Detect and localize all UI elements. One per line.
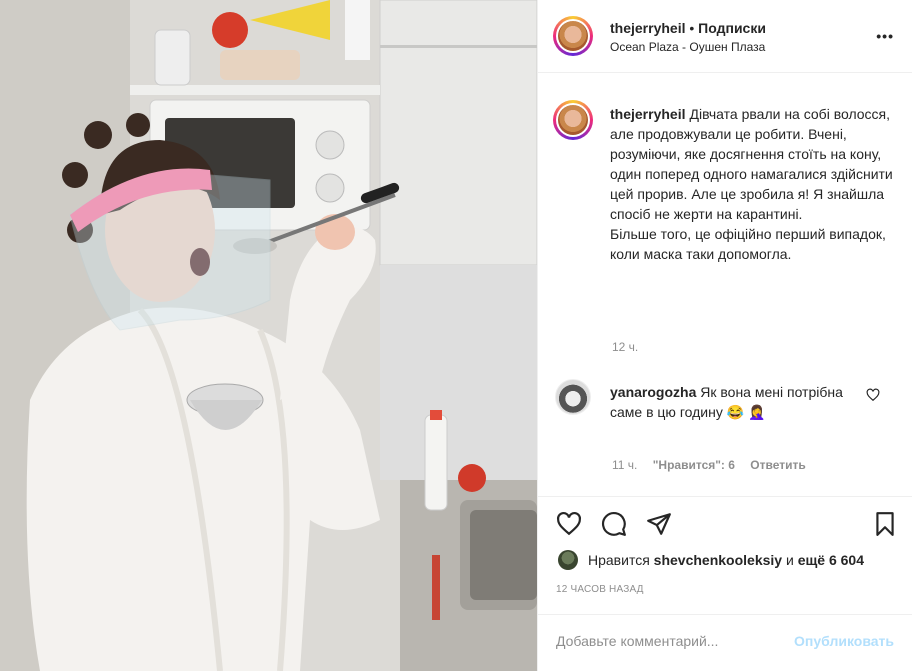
likes-count-link[interactable]: ещё 6 604	[798, 552, 864, 568]
bookmark-icon[interactable]	[872, 511, 898, 537]
add-comment-bar: Опубликовать	[538, 614, 912, 672]
caption-text: Дівчата рвали на собі волосся, але продо…	[610, 106, 893, 262]
post-caption: thejerryheil Дівчата рвали на собі волосс…	[610, 104, 895, 264]
header-user-line: thejerryheil • Подписки	[610, 20, 766, 36]
post-comment-button[interactable]: Опубликовать	[794, 633, 894, 649]
comment-heart-icon[interactable]	[866, 388, 880, 402]
following-button[interactable]: Подписки	[698, 20, 766, 36]
comment-icon[interactable]	[601, 511, 627, 537]
comment-meta: 11 ч. "Нравится": 6 Ответить	[612, 458, 818, 472]
share-icon[interactable]	[646, 511, 672, 537]
post-photo[interactable]	[0, 0, 537, 671]
commenter-avatar[interactable]	[555, 379, 591, 415]
author-username[interactable]: thejerryheil	[610, 20, 685, 36]
location-link[interactable]: Ocean Plaza - Оушен Плаза	[610, 40, 765, 54]
liker-username[interactable]: shevchenkooleksiy	[654, 552, 782, 568]
comment-likes[interactable]: "Нравится": 6	[653, 458, 735, 472]
liker-avatar[interactable]	[558, 550, 578, 570]
author-avatar[interactable]	[553, 16, 593, 56]
caption-timestamp[interactable]: 12 ч.	[612, 340, 638, 354]
post-header: thejerryheil • Подписки Ocean Plaza - Оу…	[538, 0, 912, 73]
more-options-icon[interactable]: •••	[876, 28, 894, 44]
comment-timestamp[interactable]: 11 ч.	[612, 458, 637, 472]
comment-body: yanarogozha Як вона мені потрібна саме в…	[610, 382, 860, 422]
likes-summary: Нравится shevchenkooleksiy и ещё 6 604	[588, 552, 864, 568]
likes-prefix: Нравится	[588, 552, 650, 568]
instagram-post: thejerryheil • Подписки Ocean Plaza - Оу…	[0, 0, 912, 671]
caption-username[interactable]: thejerryheil	[610, 106, 685, 122]
post-time-ago[interactable]: 12 ЧАСОВ НАЗАД	[556, 584, 644, 595]
heart-icon[interactable]	[556, 511, 582, 537]
likes-joiner: и	[782, 552, 798, 568]
caption-avatar[interactable]	[553, 100, 593, 140]
comments-section: thejerryheil Дівчата рвали на собі волосс…	[538, 72, 912, 496]
separator-dot: •	[685, 20, 699, 36]
commenter-username[interactable]: yanarogozha	[610, 384, 696, 400]
post-sidebar: thejerryheil • Подписки Ocean Plaza - Оу…	[537, 0, 912, 671]
reply-button[interactable]: Ответить	[750, 458, 805, 472]
comment-input[interactable]	[556, 629, 776, 653]
action-bar	[538, 496, 912, 545]
